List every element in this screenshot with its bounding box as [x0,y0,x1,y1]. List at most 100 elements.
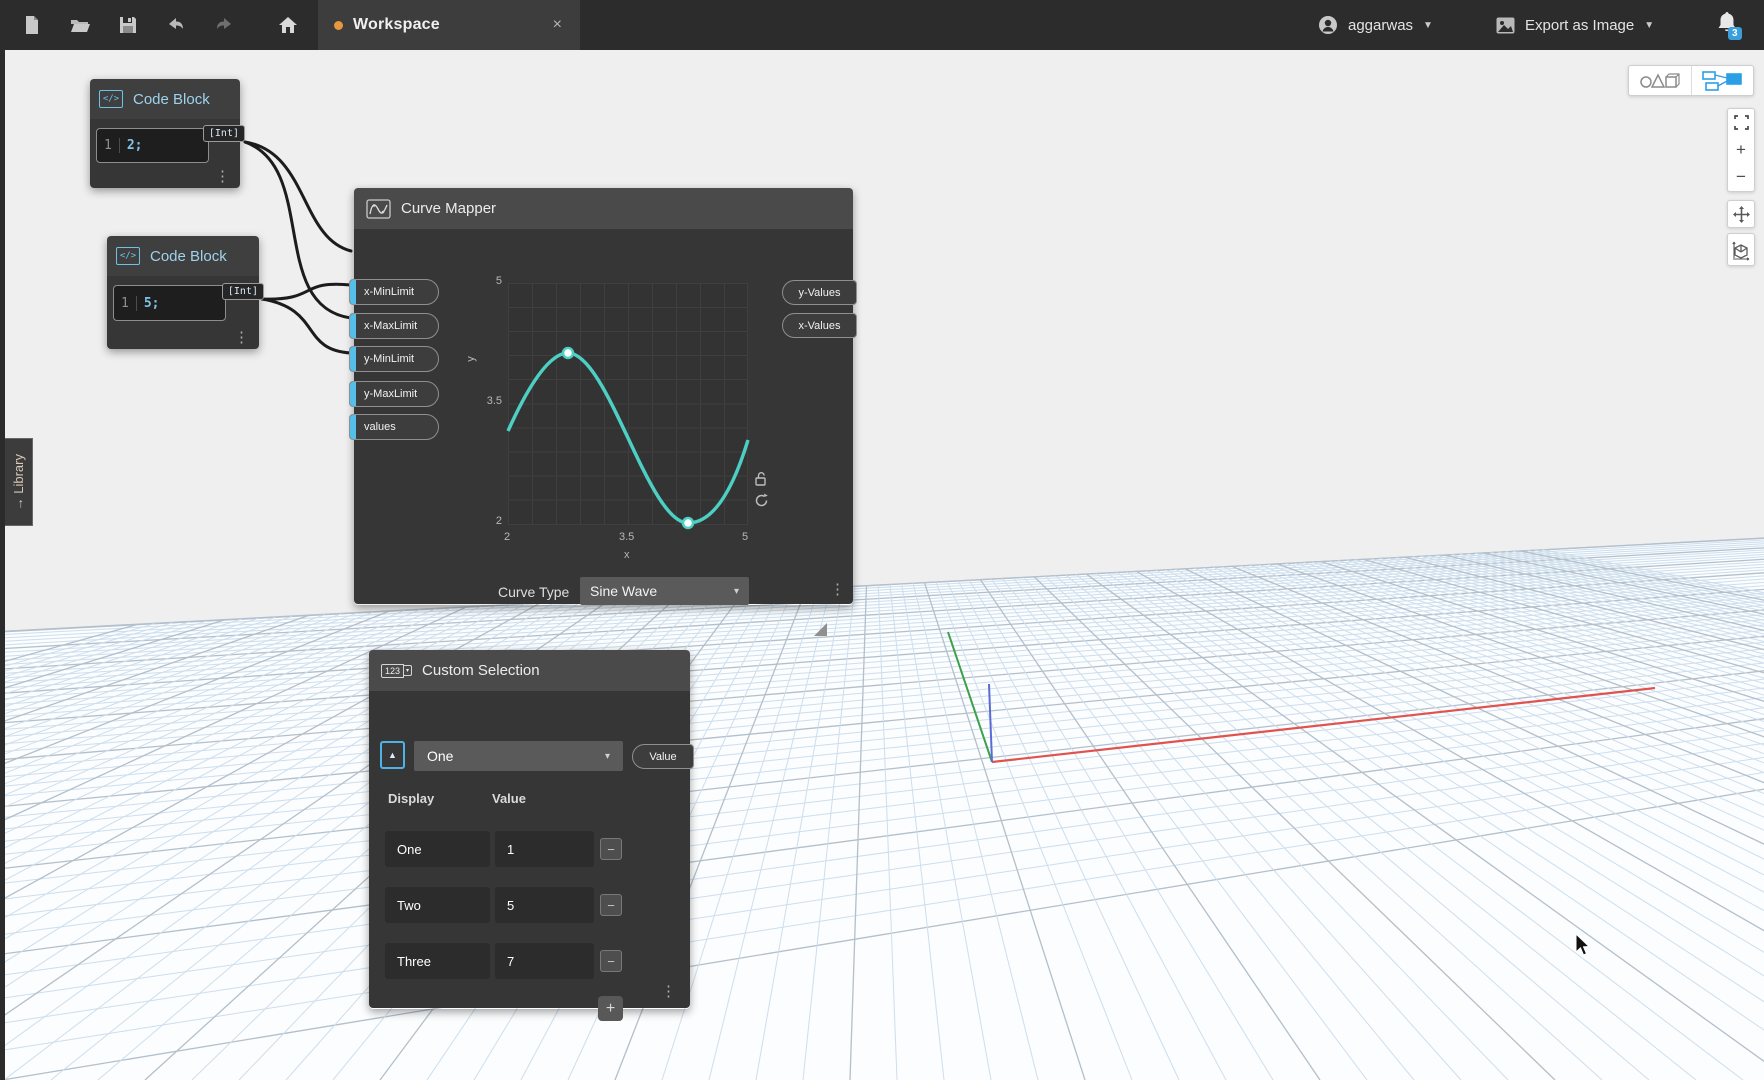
node-resize-handle[interactable] [814,623,827,636]
redo-icon[interactable] [214,15,234,35]
row-value-input[interactable] [495,943,594,979]
node-options-icon[interactable]: ⋮ [215,170,230,183]
remove-row-button[interactable]: − [600,950,622,972]
output-port-x-values[interactable]: x-Values [782,313,857,338]
notifications-button[interactable]: 3 [1716,0,1738,50]
code-editor[interactable]: 1 2; [96,128,209,163]
curve-mapper-header[interactable]: Curve Mapper [354,188,853,229]
export-label: Export as Image [1525,17,1634,34]
library-arrow-icon: → [11,497,26,510]
new-file-icon[interactable] [22,15,42,35]
workspace-canvas[interactable]: → Library </> Code Block 1 2; [Int] ⋮ </… [0,50,1764,1080]
curve-type-dropdown[interactable]: Sine Wave ▾ [580,577,749,605]
row-display-input[interactable] [385,943,490,979]
user-menu[interactable]: aggarwas ▼ [1318,0,1433,50]
output-port-int[interactable]: [Int] [203,125,245,142]
x-tick-2: 2 [504,531,510,543]
output-port-int[interactable]: [Int] [222,283,264,300]
selection-dropdown[interactable]: One ▾ [414,741,623,771]
graph-view-icon [1702,70,1742,92]
input-port-x-maxlimit[interactable]: x-MaxLimit [349,313,439,339]
wire-codeblock2-xmaxlimit[interactable] [262,284,351,299]
curve-mapper-icon [366,199,391,219]
output-port-y-values[interactable]: y-Values [782,280,857,305]
custom-selection-header[interactable]: 123▾ Custom Selection [369,650,690,691]
code-block-node-1[interactable]: </> Code Block 1 2; [Int] ⋮ [90,79,240,188]
curve-graph[interactable] [508,283,748,525]
workspace-tab[interactable]: Workspace × [318,0,580,50]
row-display-input[interactable] [385,831,490,867]
wire-codeblock1-xminlimit[interactable] [245,142,351,251]
code-block-2-header[interactable]: </> Code Block [107,236,259,276]
port-connected-marker [350,347,356,371]
node-options-icon[interactable]: ⋮ [830,583,845,596]
orbit-cube-icon [1731,238,1751,262]
node-options-icon[interactable]: ⋮ [234,331,249,344]
column-header-display: Display [388,791,434,806]
open-folder-icon[interactable] [70,15,90,35]
zoom-fit-button[interactable] [1728,109,1754,136]
port-connected-marker [350,314,356,338]
graph-view-button[interactable] [1691,66,1754,95]
node-wires [0,50,1764,1080]
input-port-y-maxlimit[interactable]: y-MaxLimit [349,381,439,407]
undo-icon[interactable] [166,15,186,35]
input-port-x-minlimit[interactable]: x-MinLimit [349,279,439,305]
user-avatar-icon [1318,15,1338,35]
collapse-arrow-icon: ▲ [388,750,397,760]
selected-option: One [427,748,453,764]
node-title: Code Block [133,91,210,108]
curve-type-value: Sine Wave [590,583,657,599]
reset-icon[interactable] [754,493,769,513]
collapse-rows-button[interactable]: ▲ [380,741,405,769]
add-row-button[interactable]: + [598,996,623,1021]
home-icon[interactable] [278,15,298,35]
wire-codeblock2-ymaxlimit[interactable] [262,299,351,353]
export-caret-icon: ▼ [1644,20,1654,31]
curve-control-point-trough[interactable] [683,518,693,528]
mouse-cursor [1575,934,1593,963]
zoom-in-button[interactable]: + [1728,136,1754,163]
notification-badge: 3 [1728,27,1742,40]
curve-mapper-node[interactable]: Curve Mapper x-MinLimit x-MaxLimit y-Min… [354,188,853,605]
code-text: 5; [137,296,160,311]
dropdown-caret-icon: ▾ [734,586,739,597]
column-header-value: Value [492,791,526,806]
port-connected-marker [350,415,356,439]
tab-title: Workspace [353,16,551,34]
remove-row-button[interactable]: − [600,838,622,860]
library-expand-tab[interactable]: → Library [5,438,33,526]
lock-icon[interactable] [754,471,769,491]
minus-icon: − [607,898,615,913]
line-number: 1 [97,138,120,153]
node-title: Custom Selection [422,662,540,679]
input-port-y-minlimit[interactable]: y-MinLimit [349,346,439,372]
save-icon[interactable] [118,15,138,35]
pan-button[interactable] [1727,200,1755,228]
geometry-view-button[interactable] [1629,66,1691,95]
row-display-input[interactable] [385,887,490,923]
export-as-image-button[interactable]: Export as Image ▼ [1496,0,1654,50]
node-options-icon[interactable]: ⋮ [661,985,676,998]
x-tick-5: 5 [742,531,748,543]
port-connected-marker [350,382,356,406]
tab-close-icon[interactable]: × [551,16,564,34]
row-value-input[interactable] [495,887,594,923]
remove-row-button[interactable]: − [600,894,622,916]
output-port-value[interactable]: Value [632,744,694,769]
zoom-out-button[interactable]: − [1728,164,1754,191]
code-block-icon: </> [116,247,140,265]
code-editor[interactable]: 1 5; [113,285,226,321]
custom-selection-node[interactable]: 123▾ Custom Selection ▲ One ▾ Value Disp… [369,650,690,1009]
code-block-node-2[interactable]: </> Code Block 1 5; [Int] ⋮ [107,236,259,349]
dropdown-caret-icon: ▾ [605,751,610,762]
curve-control-point-peak[interactable] [563,348,573,358]
y-tick-2: 2 [482,515,502,527]
node-title: Code Block [150,248,227,265]
row-value-input[interactable] [495,831,594,867]
orbit-button[interactable] [1727,233,1755,266]
port-connected-marker [350,280,356,304]
custom-selection-icon: 123▾ [381,664,412,678]
input-port-values[interactable]: values [349,414,439,440]
code-block-1-header[interactable]: </> Code Block [90,79,240,119]
